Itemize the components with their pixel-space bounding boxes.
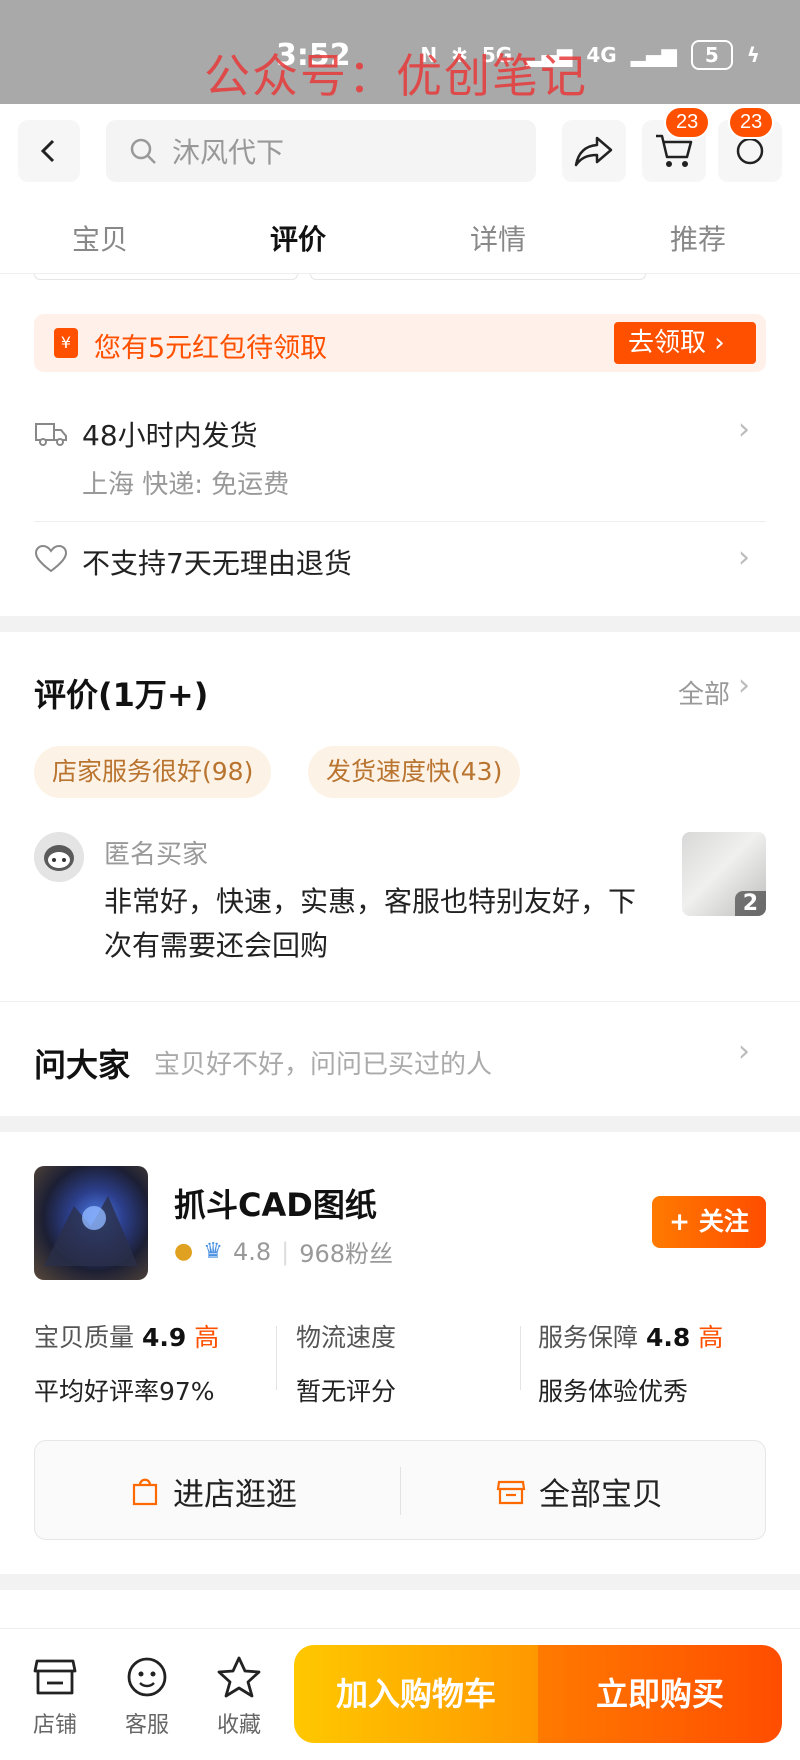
customer-service-button[interactable]: 客服	[112, 1655, 182, 1739]
metric-level: 高	[194, 1323, 220, 1352]
store-name[interactable]: 抓斗CAD图纸	[174, 1180, 377, 1226]
section-gap	[0, 1116, 800, 1132]
metric-logistics: 物流速度 暂无评分	[296, 1318, 396, 1408]
coupon-text: 您有5元红包待领取	[94, 333, 328, 364]
metric-sub: 服务体验优秀	[538, 1377, 689, 1406]
avatar	[34, 832, 84, 882]
partial-card	[34, 274, 298, 280]
metric-sub: 暂无评分	[296, 1377, 397, 1406]
ask-subtitle: 宝贝好不好，问问已买过的人	[154, 1050, 493, 1080]
tab-bar: 宝贝 评价 详情 推荐	[0, 200, 800, 274]
store-buttons: 进店逛逛 全部宝贝	[34, 1440, 766, 1540]
store-tab-label: 店铺	[32, 1713, 77, 1738]
all-items-label: 全部宝贝	[539, 1476, 663, 1513]
watermark: 公众号：优创笔记	[204, 49, 588, 103]
favorite-label: 收藏	[216, 1713, 261, 1738]
visit-store-button[interactable]: 进店逛逛	[129, 1441, 297, 1541]
shipping-title: 48小时内发货	[82, 419, 258, 452]
all-items-button[interactable]: 全部宝贝	[495, 1441, 663, 1541]
review-tag[interactable]: 店家服务很好(98)	[34, 746, 272, 798]
network-4g-label: 4G	[586, 43, 617, 67]
metric-label: 服务保障	[538, 1323, 639, 1352]
store-logo-art	[44, 1196, 138, 1266]
back-button[interactable]	[18, 120, 80, 182]
customer-service-icon	[127, 1657, 167, 1697]
medal-icon: ●	[174, 1239, 194, 1264]
search-icon	[130, 138, 156, 164]
crown-icon: ♛	[203, 1239, 223, 1264]
meta-divider: |	[281, 1237, 290, 1266]
chevron-right-icon: ›	[738, 668, 750, 703]
visit-store-label: 进店逛逛	[173, 1476, 297, 1513]
store-rating: 4.8	[232, 1237, 272, 1266]
reviews-title: 评价(1万+)	[34, 676, 209, 714]
metric-score: 4.8	[645, 1323, 691, 1352]
customer-service-label: 客服	[124, 1713, 169, 1738]
button-divider	[400, 1467, 401, 1515]
store-icon	[33, 1659, 77, 1695]
favorite-button[interactable]: 收藏	[204, 1655, 274, 1739]
review-image-count: 2	[734, 891, 766, 916]
chevron-right-icon: ›	[738, 412, 750, 447]
shipping-detail: 上海 快递: 免运费	[82, 470, 290, 500]
claim-coupon-button[interactable]: 去领取 ›	[614, 322, 756, 364]
search-placeholder: 沐风代下	[172, 136, 285, 169]
section-gap	[0, 1574, 800, 1590]
metric-divider	[276, 1326, 277, 1390]
metric-label: 物流速度	[296, 1323, 397, 1352]
chevron-right-icon: ›	[738, 1034, 750, 1069]
review-tag[interactable]: 发货速度快(43)	[308, 746, 521, 798]
ask-title: 问大家	[34, 1046, 131, 1084]
metric-level: 高	[698, 1323, 724, 1352]
share-icon	[574, 136, 613, 167]
review-image[interactable]: 2	[682, 832, 766, 916]
tab-reviews[interactable]: 评价	[270, 218, 326, 258]
add-to-cart-button[interactable]: 加入购物车	[294, 1645, 538, 1743]
status-bar: 3:52 N ✱ 5G ▂▄▆ 4G ▂▄▆ 5 ϟ 公众号：优创笔记	[0, 0, 800, 104]
tab-item[interactable]: 宝贝	[72, 218, 128, 258]
heart-icon	[34, 544, 68, 573]
returns-text: 不支持7天无理由退货	[82, 547, 352, 580]
coupon-banner[interactable]: ¥ 您有5元红包待领取 去领取 ›	[34, 314, 766, 372]
red-packet-icon: ¥	[54, 328, 78, 358]
metric-score: 4.9	[141, 1323, 187, 1352]
bottom-action-bar: 店铺 客服 收藏 加入购物车 立即购买	[0, 1628, 800, 1760]
storefront-icon	[496, 1480, 526, 1505]
metric-divider	[520, 1326, 521, 1390]
signal-icon-2: ▂▄▆	[630, 43, 677, 67]
cart-badge: 23	[664, 106, 711, 139]
store-tab-button[interactable]: 店铺	[20, 1655, 90, 1739]
reviews-all-label: 全部	[677, 680, 730, 710]
metric-service: 服务保障 4.8 高 服务体验优秀	[538, 1318, 723, 1408]
store-fans: 968粉丝	[299, 1240, 394, 1268]
buy-now-button[interactable]: 立即购买	[538, 1645, 782, 1743]
star-icon	[217, 1656, 261, 1698]
tab-recommend[interactable]: 推荐	[670, 218, 726, 258]
partial-card	[310, 274, 646, 280]
follow-button[interactable]: + 关注	[652, 1196, 766, 1248]
anonymous-user-icon	[34, 832, 84, 882]
store-meta: ● ♛ 4.8 | 968粉丝	[174, 1234, 393, 1269]
tab-details[interactable]: 详情	[470, 218, 526, 258]
search-header: 沐风代下 23 23	[0, 104, 800, 200]
shopping-bag-icon	[132, 1478, 158, 1506]
share-button[interactable]	[562, 120, 626, 182]
store-logo[interactable]	[34, 1166, 148, 1280]
charging-icon: ϟ	[746, 43, 760, 67]
chevron-left-icon	[40, 139, 55, 163]
truck-icon	[35, 423, 67, 446]
search-input[interactable]: 沐风代下	[106, 120, 536, 182]
battery-icon: 5	[690, 40, 733, 70]
metric-quality: 宝贝质量 4.9 高 平均好评率97%	[34, 1318, 219, 1408]
review-text: 非常好，快速，实惠，客服也特别友好，下次有需要还会回购	[104, 885, 637, 962]
section-gap	[0, 616, 800, 632]
reviewer-name: 匿名买家	[104, 840, 209, 870]
metric-sub: 平均好评率97%	[34, 1377, 215, 1406]
metric-label: 宝贝质量	[34, 1323, 135, 1352]
message-badge: 23	[728, 106, 775, 139]
chevron-right-icon: ›	[738, 540, 750, 575]
divider	[34, 521, 766, 522]
divider	[0, 1001, 800, 1002]
